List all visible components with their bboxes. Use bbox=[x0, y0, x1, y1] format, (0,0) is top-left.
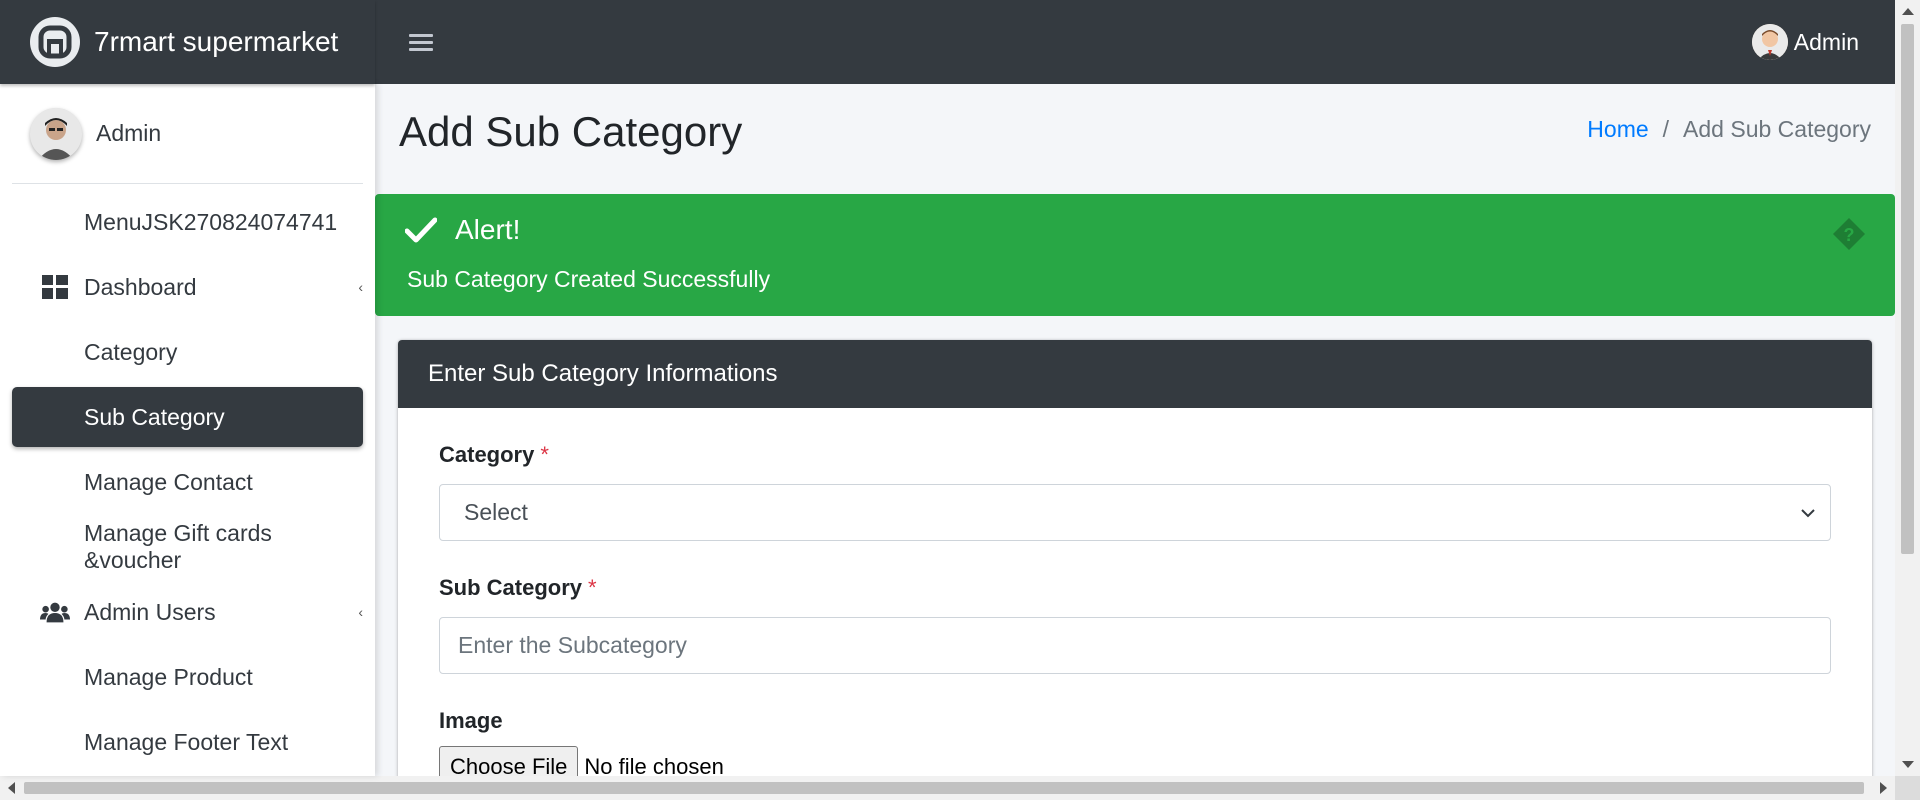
sidebar-item-label: MenuJSK270824074741 bbox=[84, 208, 338, 235]
sidebar-item-admin-users[interactable]: Admin Users ‹ bbox=[12, 582, 363, 642]
sidebar-item-menujsk[interactable]: MenuJSK270824074741 bbox=[12, 192, 363, 252]
sidebar-item-gift-cards[interactable]: Manage Gift cards &voucher bbox=[12, 517, 363, 577]
top-navbar: Admin bbox=[375, 0, 1895, 84]
top-avatar bbox=[1751, 24, 1788, 60]
category-label: Category * bbox=[439, 442, 1831, 468]
image-label: Image bbox=[439, 708, 503, 733]
alert-heading: Alert! bbox=[405, 214, 520, 246]
sidebar-item-label: Sub Category bbox=[84, 403, 225, 430]
sidebar-item-category[interactable]: Category bbox=[12, 322, 363, 382]
sub-category-form-card: Enter Sub Category Informations Category… bbox=[398, 340, 1872, 776]
avatar bbox=[30, 107, 82, 160]
scrollbar-corner bbox=[1895, 776, 1920, 800]
sidebar: Admin MenuJSK270824074741 Dashboard ‹ Ca… bbox=[0, 84, 375, 776]
required-mark: * bbox=[540, 442, 549, 467]
chevron-left-icon: ‹ bbox=[358, 604, 363, 620]
svg-text:?: ? bbox=[1844, 225, 1855, 245]
help-icon[interactable]: ? bbox=[1831, 216, 1867, 252]
sidebar-item-dashboard[interactable]: Dashboard ‹ bbox=[12, 257, 363, 317]
sub-category-label: Sub Category * bbox=[439, 575, 1831, 601]
sidebar-item-label: Category bbox=[84, 338, 178, 365]
sidebar-user-panel[interactable]: Admin bbox=[12, 84, 363, 184]
check-icon bbox=[405, 217, 437, 243]
scroll-left-icon[interactable] bbox=[8, 782, 15, 794]
main-content: Add Sub Category Home / Add Sub Category… bbox=[375, 84, 1895, 776]
page-title: Add Sub Category bbox=[399, 108, 743, 155]
sidebar-user-name: Admin bbox=[96, 120, 162, 146]
sidebar-item-footer-text[interactable]: Manage Footer Text bbox=[12, 712, 363, 772]
users-icon bbox=[40, 599, 70, 625]
brand-logo bbox=[30, 17, 80, 67]
sidebar-item-label: Manage Gift cards &voucher bbox=[84, 520, 272, 573]
alert-message: Sub Category Created Successfully bbox=[407, 266, 771, 292]
alert-title: Alert! bbox=[455, 214, 521, 245]
vertical-scroll-thumb[interactable] bbox=[1901, 24, 1914, 554]
file-status: No file chosen bbox=[584, 754, 724, 776]
sidebar-item-label: Dashboard bbox=[84, 273, 197, 300]
required-mark: * bbox=[588, 575, 597, 600]
category-label-text: Category bbox=[439, 442, 535, 467]
breadcrumb-home-link[interactable]: Home bbox=[1587, 116, 1648, 143]
sidebar-nav: MenuJSK270824074741 Dashboard ‹ Category… bbox=[0, 192, 375, 772]
sub-category-label-text: Sub Category bbox=[439, 575, 583, 600]
breadcrumb-current: Add Sub Category bbox=[1683, 116, 1871, 142]
sidebar-item-manage-product[interactable]: Manage Product bbox=[12, 647, 363, 707]
menu-toggle-icon[interactable] bbox=[409, 30, 433, 55]
chevron-left-icon: ‹ bbox=[358, 279, 363, 295]
choose-file-button[interactable]: Choose File bbox=[439, 746, 579, 776]
chevron-down-icon bbox=[1801, 508, 1815, 517]
sub-category-input[interactable] bbox=[439, 617, 1831, 674]
brand-logo-icon bbox=[38, 25, 72, 59]
image-file-input: Choose File No file chosen bbox=[439, 746, 1831, 776]
vertical-scrollbar[interactable] bbox=[1895, 0, 1920, 776]
category-select-value: Select bbox=[464, 499, 528, 525]
top-user-menu[interactable]: Admin bbox=[1751, 0, 1859, 84]
dashboard-icon bbox=[40, 274, 70, 300]
sidebar-item-label: Admin Users bbox=[84, 598, 216, 625]
category-select[interactable]: Select bbox=[439, 484, 1831, 541]
horizontal-scroll-thumb[interactable] bbox=[24, 782, 1864, 794]
sidebar-item-label: Manage Contact bbox=[84, 468, 253, 495]
card-body: Category* Select Sub Category* Image Cho… bbox=[398, 442, 1872, 776]
card-title: Enter Sub Category Informations bbox=[398, 340, 1872, 408]
brand-name: 7rmart supermarket bbox=[94, 26, 339, 57]
top-user-name: Admin bbox=[1793, 28, 1859, 55]
breadcrumb-separator: / bbox=[1662, 116, 1670, 142]
scroll-up-icon[interactable] bbox=[1902, 8, 1914, 15]
sidebar-item-label: Manage Product bbox=[84, 663, 253, 690]
sidebar-item-manage-contact[interactable]: Manage Contact bbox=[12, 452, 363, 512]
success-alert: Alert! Sub Category Created Successfully… bbox=[375, 194, 1895, 316]
breadcrumb: Home / Add Sub Category bbox=[1587, 116, 1871, 143]
scroll-right-icon[interactable] bbox=[1880, 782, 1887, 794]
horizontal-scrollbar[interactable] bbox=[0, 776, 1895, 800]
sidebar-item-label: Manage Footer Text bbox=[84, 728, 289, 755]
sidebar-item-sub-category[interactable]: Sub Category bbox=[12, 387, 363, 447]
brand-link[interactable]: 7rmart supermarket bbox=[0, 0, 375, 84]
scroll-down-icon[interactable] bbox=[1902, 761, 1914, 768]
